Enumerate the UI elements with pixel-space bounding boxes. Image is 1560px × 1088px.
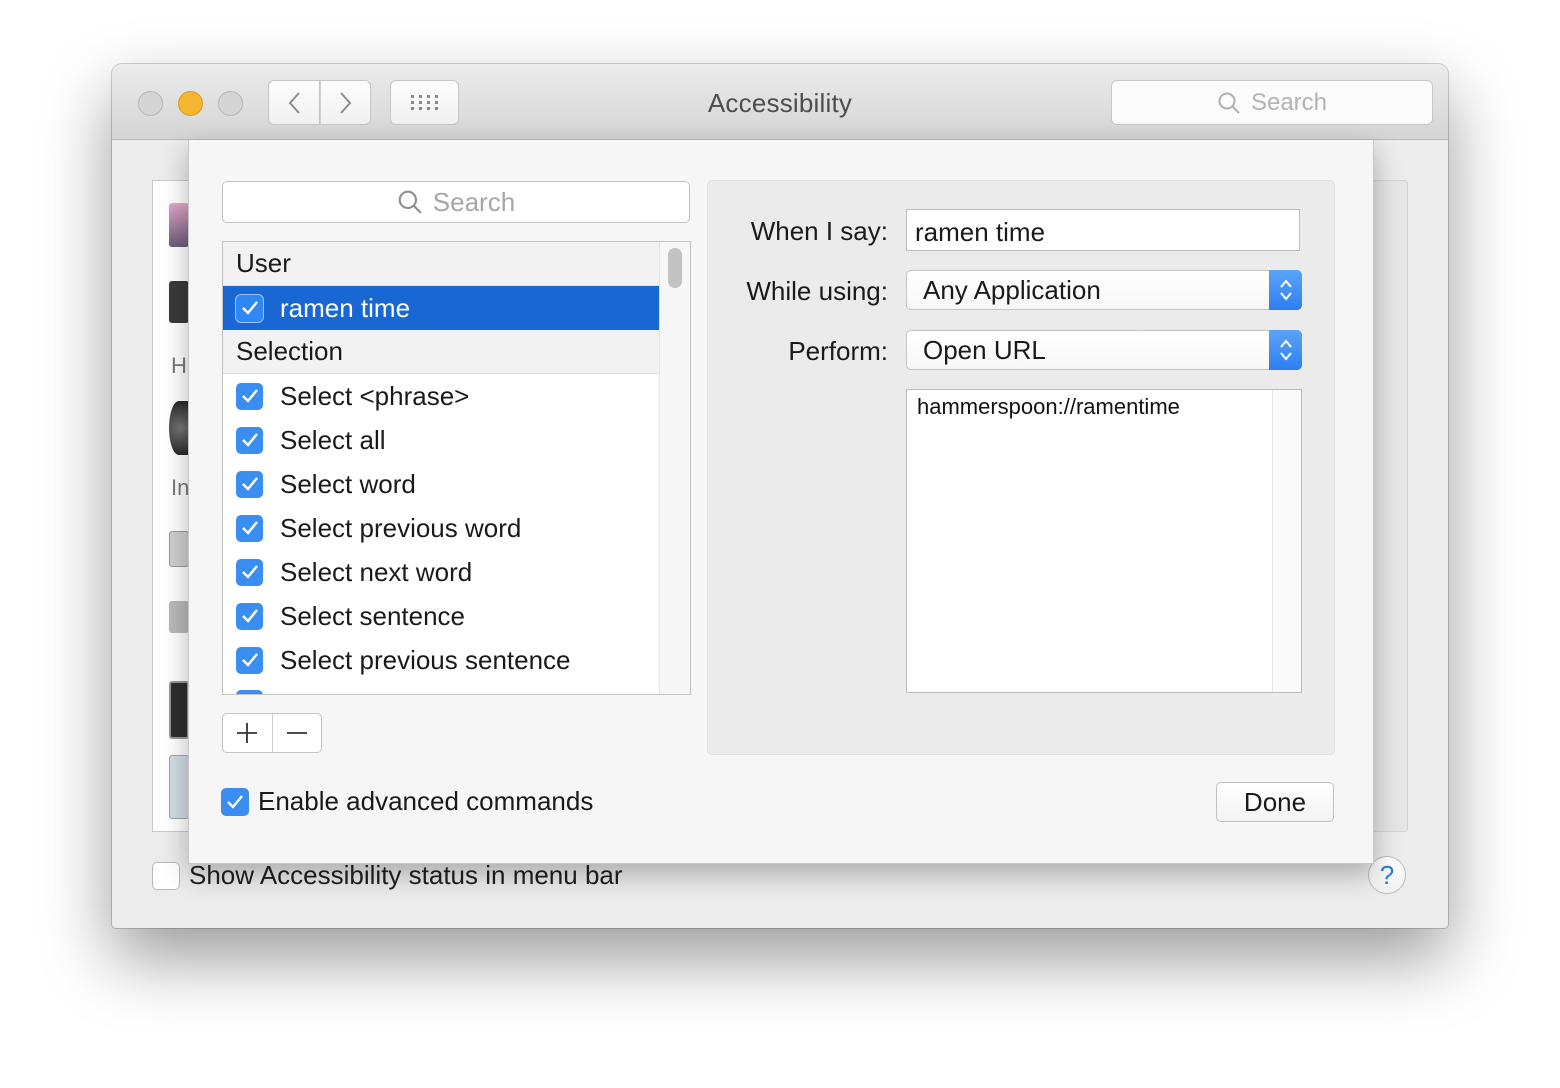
list-item[interactable]: Select previous sentence [223,638,660,682]
done-button[interactable]: Done [1216,782,1334,822]
interacting-heading: In [171,475,190,500]
command-label: Select all [280,424,386,455]
settings-pane-edge [1374,180,1408,832]
perform-popup[interactable]: Open URL [906,330,1302,370]
checkmark-icon [227,795,243,809]
enable-advanced-checkbox[interactable] [221,788,249,816]
plus-icon [237,723,258,743]
command-label: Select previous sentence [280,644,571,675]
command-checkbox[interactable] [236,426,263,454]
command-checkbox[interactable] [236,294,263,322]
command-label: Select previous word [280,512,522,543]
command-checkbox[interactable] [236,646,263,674]
commands-search-field[interactable]: Search [222,181,690,223]
remove-command-button[interactable] [271,714,322,752]
popup-arrows-icon [1269,270,1302,310]
add-remove-control [222,713,322,753]
popup-arrows-icon [1269,330,1302,370]
command-checkbox[interactable] [236,602,263,630]
command-label: Select word [280,468,416,499]
group-header-selection: Selection [223,330,660,374]
checkmark-icon [241,389,258,403]
checkmark-icon [241,565,258,579]
search-icon [1218,92,1240,114]
keyboard-icon[interactable] [169,531,189,567]
category-list: H In [152,180,190,832]
url-scrollbar[interactable] [1272,390,1301,692]
url-text-area[interactable]: hammerspoon://ramentime [906,389,1302,693]
checkmark-icon [241,653,258,667]
when-i-say-label: When I say: [750,216,888,246]
command-checkbox[interactable] [236,514,263,542]
url-text: hammerspoon://ramentime [917,394,1180,419]
titlebar: Accessibility Search [112,64,1448,140]
show-status-checkbox[interactable] [152,862,180,890]
dictation-commands-sheet: Search User ramen time Selection Select … [188,140,1374,864]
checkmark-icon [241,477,258,491]
toolbar-search-placeholder: Search [1250,88,1328,116]
command-label: ramen time [280,292,411,323]
command-label: Select next word [280,556,473,587]
checkmark-icon [241,521,258,535]
search-icon [398,190,422,214]
mouse-trackpad-icon[interactable] [169,601,189,633]
command-label: Select sentence [280,600,466,631]
command-detail-panel: When I say: ramen time While using: Any … [707,180,1335,755]
hearing-heading: H [171,353,187,378]
while-using-popup[interactable]: Any Application [906,270,1302,310]
list-item[interactable]: Select next word [223,550,660,594]
command-label: Select <phrase> [280,380,470,411]
toolbar-search-field[interactable]: Search [1111,80,1433,125]
commands-scroll-thumb[interactable] [668,248,682,288]
speech-icon[interactable] [169,281,189,323]
list-item[interactable]: Select all [223,418,660,462]
group-header-user: User [223,242,660,286]
commands-scrollbar[interactable] [659,242,690,694]
perform-label: Perform: [788,336,888,366]
dictation-icon[interactable] [169,755,189,819]
commands-search-placeholder: Search [432,186,516,217]
while-using-label: While using: [746,276,888,306]
list-item[interactable]: Select previous word [223,506,660,550]
checkmark-icon [241,609,258,623]
enable-advanced-label: Enable advanced commands [258,786,594,816]
switch-control-icon[interactable] [169,681,189,739]
perform-value: Open URL [923,334,1046,365]
checkmark-icon [241,301,258,315]
command-checkbox[interactable] [236,558,263,586]
list-item[interactable]: Select word [223,462,660,506]
command-checkbox-partial[interactable] [236,690,263,694]
command-checkbox[interactable] [236,382,263,410]
list-item[interactable]: ramen time [223,286,660,330]
list-item[interactable]: Select <phrase> [223,374,660,418]
commands-list: User ramen time Selection Select <phrase… [222,241,691,695]
while-using-value: Any Application [923,274,1101,305]
list-item[interactable]: Select sentence [223,594,660,638]
show-status-label: Show Accessibility status in menu bar [189,860,623,890]
checkmark-icon [241,433,258,447]
audio-icon[interactable] [169,401,189,455]
descriptions-icon[interactable] [169,203,189,247]
add-command-button[interactable] [223,714,272,752]
when-i-say-input[interactable]: ramen time [906,209,1300,251]
minus-icon [286,732,307,734]
command-checkbox[interactable] [236,470,263,498]
